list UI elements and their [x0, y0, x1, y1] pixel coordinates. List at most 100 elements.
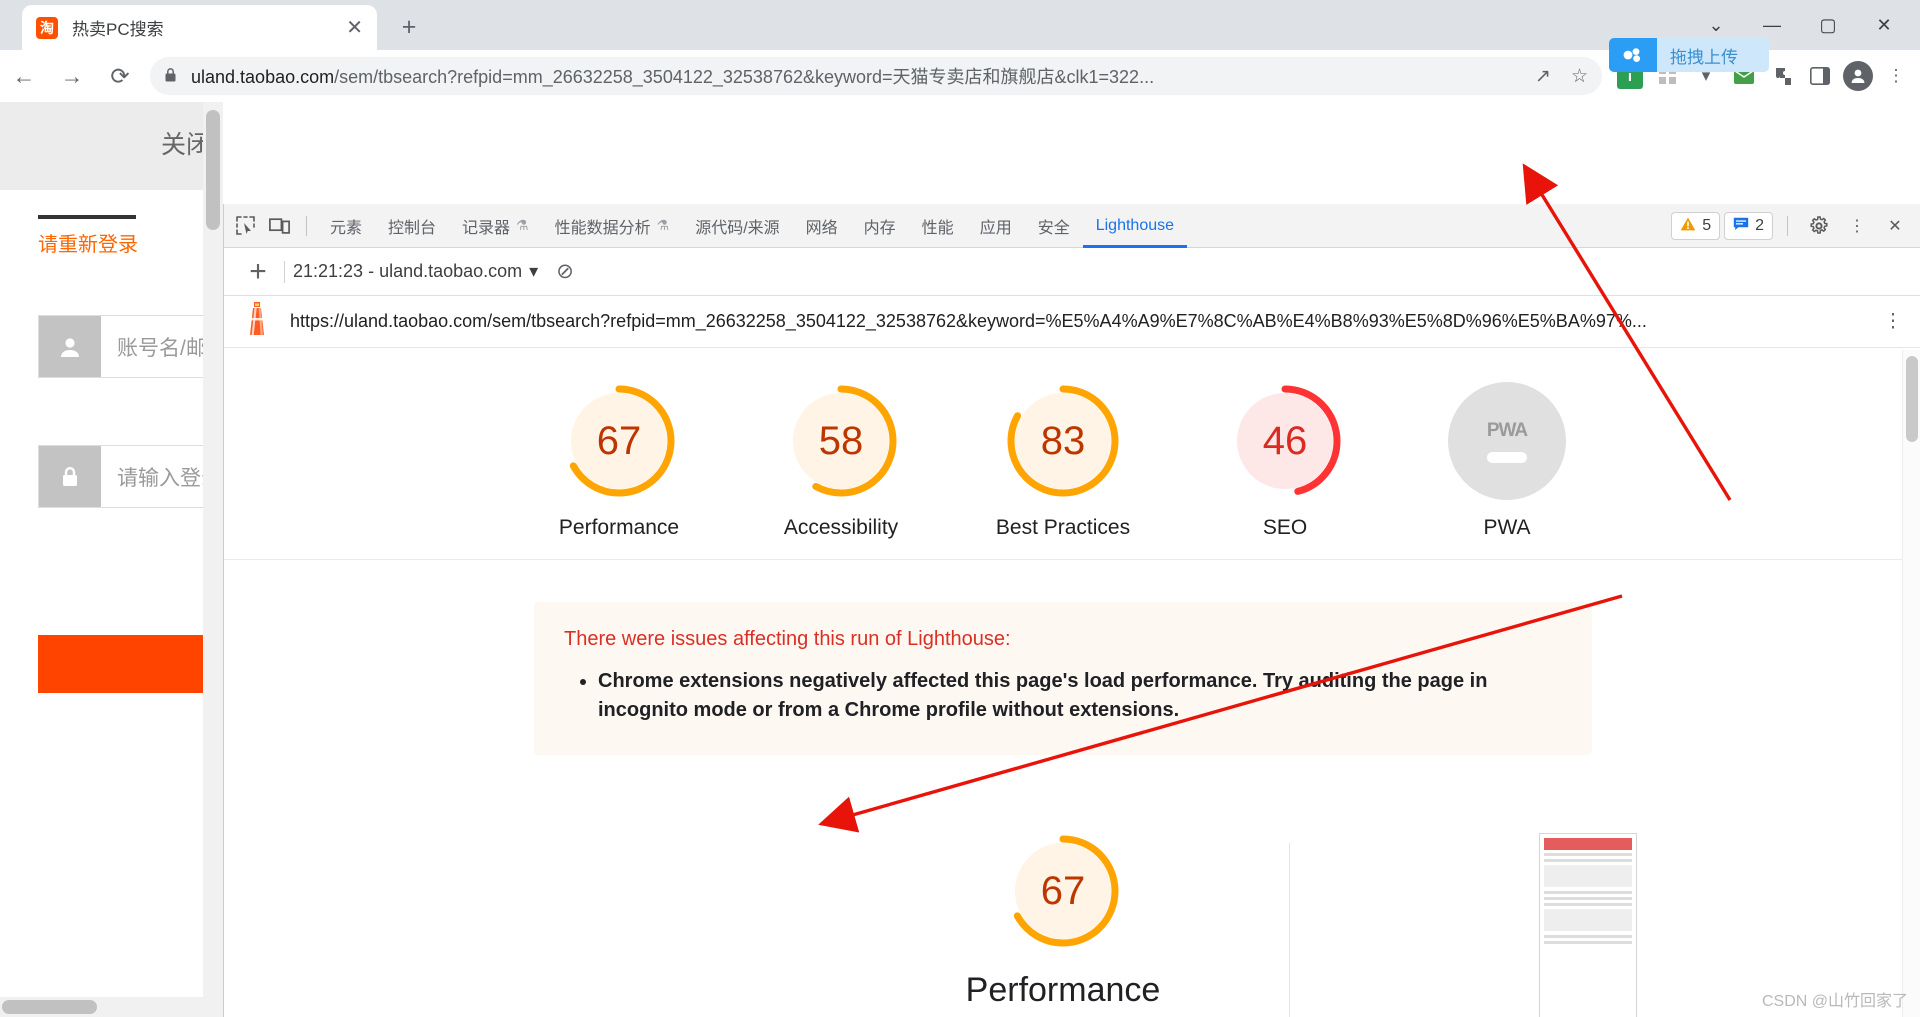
gauge-label: Best Practices [995, 516, 1131, 539]
devtools-tab-label: 性能 [921, 219, 954, 237]
gauge-label: SEO [1262, 516, 1308, 539]
page-vertical-scrollbar[interactable] [203, 102, 223, 1017]
scrollbar-thumb[interactable] [1906, 356, 1918, 442]
devtools-tab--[interactable]: 应用 [967, 204, 1025, 248]
address-bar[interactable]: uland.taobao.com/sem/tbsearch?refpid=mm_… [150, 57, 1602, 95]
gauge-ring: 83 [1004, 382, 1122, 500]
lighthouse-logo-icon [236, 301, 278, 342]
toolbar-divider [1787, 215, 1788, 236]
devtools-tab-bar: 元素 控制台 记录器 ⚗ 性能数据分析 ⚗ 源代码/来源 网络 内存 性能 应用 安全 Lighthou… [224, 204, 1920, 248]
lighthouse-toolbar: + 21:21:23 - uland.taobao.com ▾ ⊘ [224, 248, 1920, 296]
device-toolbar-icon[interactable] [262, 209, 296, 243]
report-menu-icon[interactable]: ⋮ [1878, 310, 1908, 333]
web-page-viewport: 关闭 请重新登录 账号名/邮箱 请输入登录密 元素 控制台 记录器 ⚗ 性能数据… [0, 102, 1920, 1017]
performance-section: 67 Performance Values are estimated and … [224, 833, 1902, 1017]
run-warning-item: Chrome extensions negatively affected th… [598, 667, 1562, 725]
messages-badge[interactable]: 2 [1724, 211, 1773, 240]
lock-icon [164, 67, 177, 86]
new-audit-icon[interactable]: + [236, 256, 280, 287]
pwa-dash-icon [1487, 451, 1527, 463]
devtools-tab--[interactable]: 安全 [1025, 204, 1083, 248]
close-icon[interactable]: ✕ [346, 15, 363, 40]
taobao-relogin-label: 请重新登录 [38, 234, 138, 256]
lighthouse-url-bar: https://uland.taobao.com/sem/tbsearch?re… [224, 296, 1920, 348]
devtools-tab-label: 应用 [979, 219, 1012, 237]
tab-title: 热卖PC搜索 [72, 20, 164, 39]
devtools-tab-label: 控制台 [388, 219, 437, 237]
devtools-tab--[interactable]: 内存 [851, 204, 909, 248]
drag-upload-label: 拖拽上传 [1670, 47, 1738, 67]
chevron-down-icon: ▾ [529, 261, 539, 281]
gauge-label: PWA [1483, 516, 1531, 539]
devtools-tab--[interactable]: 源代码/来源 [682, 204, 792, 248]
maximize-icon[interactable]: ▢ [1800, 5, 1856, 45]
sidepanel-icon[interactable] [1802, 58, 1838, 94]
devtools-vertical-scrollbar[interactable] [1902, 350, 1920, 1017]
taobao-top-bar: 关闭 [0, 102, 223, 190]
performance-gauge[interactable]: 67 [1005, 833, 1121, 949]
devtools-close-icon[interactable]: ✕ [1878, 209, 1912, 243]
warnings-count: 5 [1702, 216, 1712, 234]
run-warnings-title: There were issues affecting this run of … [564, 628, 1011, 651]
gauge-label: Accessibility [783, 516, 899, 539]
gauge-ring: PWA [1448, 382, 1566, 500]
avatar[interactable] [1840, 58, 1876, 94]
devtools-tab--[interactable]: 性能 [909, 204, 967, 248]
drag-upload-widget[interactable]: 拖拽上传 [1609, 38, 1769, 72]
window-close-icon[interactable]: ✕ [1856, 5, 1912, 45]
devtools-tab--[interactable]: 元素 [317, 204, 375, 248]
scrollbar-thumb[interactable] [2, 1000, 97, 1014]
gauge-pwa[interactable]: PWA PWA [1432, 382, 1582, 541]
gauge-best-practices[interactable]: 83 Best Practices [988, 382, 1138, 541]
scrollbar-thumb[interactable] [206, 110, 220, 230]
gauge-performance[interactable]: 67 Performance [544, 382, 694, 541]
back-icon[interactable]: ← [0, 52, 48, 100]
url-host: uland.taobao.com [191, 67, 335, 87]
devtools-tab-label: 安全 [1037, 219, 1070, 237]
audited-url: https://uland.taobao.com/sem/tbsearch?re… [290, 311, 1647, 331]
toolbar-divider [284, 260, 285, 283]
gauge-score: 46 [1262, 418, 1308, 463]
devtools-tab--[interactable]: 控制台 [375, 204, 449, 248]
reload-icon[interactable]: ⟳ [96, 52, 144, 100]
gauge-score: 67 [596, 418, 642, 463]
page-horizontal-scrollbar[interactable] [0, 997, 223, 1017]
browser-menu-icon[interactable]: ⋮ [1878, 58, 1914, 94]
run-selector[interactable]: 21:21:23 - uland.taobao.com ▾ [293, 261, 538, 282]
devtools-tab-lighthouse[interactable]: Lighthouse [1083, 204, 1187, 248]
devtools-panel: 元素 控制台 记录器 ⚗ 性能数据分析 ⚗ 源代码/来源 网络 内存 性能 应用 安全 Lighthou… [223, 204, 1920, 1017]
toolbar-divider [306, 215, 307, 236]
gauge-score: 83 [1040, 418, 1086, 463]
devtools-tab-label: 网络 [805, 219, 838, 237]
warnings-badge[interactable]: 5 [1671, 211, 1721, 240]
devtools-tab--[interactable]: 网络 [793, 204, 851, 248]
run-warnings-list: Chrome extensions negatively affected th… [564, 667, 1562, 725]
devtools-more-icon[interactable]: ⋮ [1840, 209, 1874, 243]
bookmark-star-icon[interactable]: ☆ [1571, 65, 1588, 88]
gauge-accessibility[interactable]: 58 Accessibility [766, 382, 916, 541]
user-icon [39, 316, 101, 377]
devtools-tab--[interactable]: 记录器 ⚗ [449, 204, 542, 248]
gauge-ring: 67 [560, 382, 678, 500]
tab-favicon: 淘 [36, 16, 58, 39]
cloud-upload-icon [1609, 38, 1657, 72]
clear-all-icon[interactable]: ⊘ [556, 259, 574, 284]
devtools-tab--[interactable]: 性能数据分析 ⚗ [542, 204, 683, 248]
page-screenshot-thumbnail [1539, 833, 1637, 1017]
section-divider [1289, 843, 1290, 1017]
experiment-flask-icon: ⚗ [656, 217, 670, 233]
gear-icon[interactable] [1802, 209, 1836, 243]
url-path: /sem/tbsearch?refpid=mm_26632258_3504122… [334, 67, 1155, 87]
gauge-seo[interactable]: 46 SEO [1210, 382, 1360, 541]
browser-tab[interactable]: 淘 热卖PC搜索 ✕ [22, 5, 377, 50]
devtools-tab-label: 性能数据分析 [554, 219, 651, 237]
puzzle-icon[interactable] [1764, 58, 1800, 94]
share-icon[interactable]: ↗ [1535, 65, 1551, 88]
new-tab-button[interactable]: + [392, 11, 426, 45]
watermark: CSDN @山竹回家了 [1761, 993, 1908, 1010]
gauge-score: 58 [818, 418, 864, 463]
forward-icon[interactable]: → [48, 52, 96, 100]
run-warnings-box: There were issues affecting this run of … [534, 602, 1592, 756]
performance-title: Performance [965, 971, 1161, 1010]
inspect-element-icon[interactable] [228, 209, 262, 243]
